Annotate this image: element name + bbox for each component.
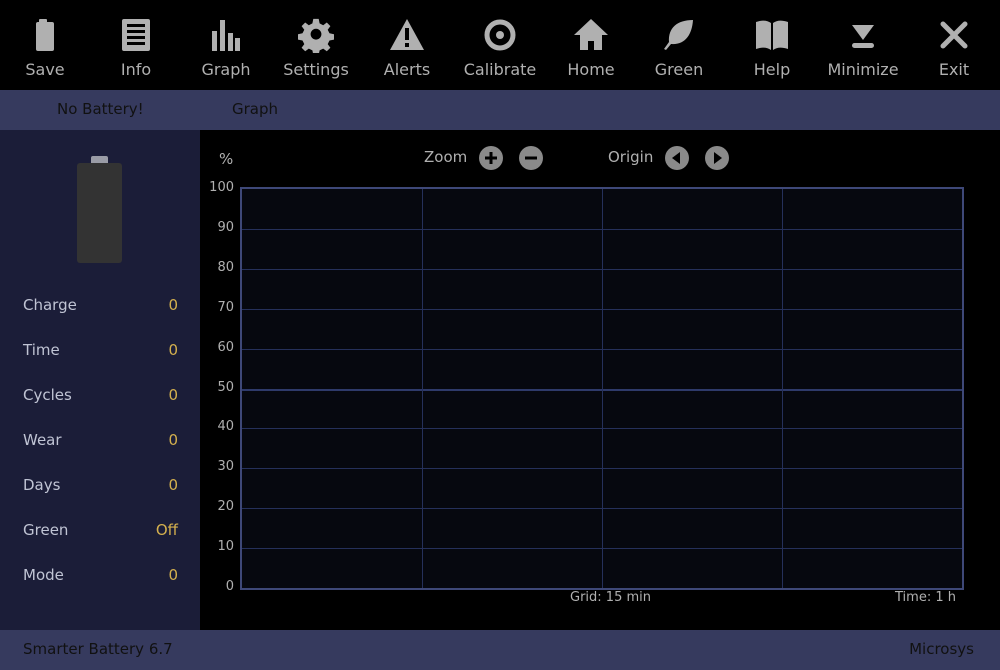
y-tick-label: 50: [217, 379, 234, 395]
minus-icon: [525, 156, 537, 160]
y-tick-label: 70: [217, 299, 234, 315]
plot-area: [240, 187, 964, 590]
stat-value: 0: [168, 341, 178, 359]
alerts-label: Alerts: [383, 60, 431, 79]
battery-icon: [25, 17, 65, 53]
plus-icon: [485, 152, 497, 164]
stat-label: Mode: [23, 566, 64, 584]
vendor-name: Microsys: [909, 640, 974, 658]
origin-back-button[interactable]: [665, 146, 689, 170]
graph-label: Graph: [201, 60, 251, 79]
app-version: Smarter Battery 6.7: [23, 640, 173, 658]
home-icon: [571, 17, 611, 53]
stat-label: Charge: [23, 296, 77, 314]
triangle-right-icon: [714, 152, 722, 164]
stat-label: Cycles: [23, 386, 72, 404]
green-button[interactable]: Green: [634, 0, 724, 90]
stat-label: Time: [23, 341, 60, 359]
origin-label: Origin: [608, 148, 654, 166]
help-button[interactable]: Help: [727, 0, 817, 90]
gear-icon: [296, 17, 336, 53]
battery-terminal: [91, 156, 108, 163]
stat-mode: Mode 0: [23, 566, 178, 584]
time-span-label: Time: 1 h: [895, 590, 956, 605]
close-icon: [934, 17, 974, 53]
stat-value: 0: [168, 431, 178, 449]
home-button[interactable]: Home: [546, 0, 636, 90]
exit-button[interactable]: Exit: [909, 0, 999, 90]
y-tick-label: 90: [217, 219, 234, 235]
stat-days: Days 0: [23, 476, 178, 494]
document-icon: [116, 17, 156, 53]
minimize-icon: [843, 17, 883, 53]
minimize-label: Minimize: [827, 60, 899, 79]
v-grid-line: [602, 189, 603, 588]
y-tick-label: 20: [217, 499, 234, 515]
stat-time: Time 0: [23, 341, 178, 359]
leaf-icon: [659, 17, 699, 53]
settings-label: Settings: [283, 60, 349, 79]
green-label: Green: [654, 60, 704, 79]
book-icon: [752, 17, 792, 53]
stat-wear: Wear 0: [23, 431, 178, 449]
stat-charge: Charge 0: [23, 296, 178, 314]
save-button[interactable]: Save: [0, 0, 90, 90]
help-label: Help: [753, 60, 791, 79]
y-tick-label: 100: [209, 180, 234, 195]
info-button[interactable]: Info: [91, 0, 181, 90]
y-tick-label: 40: [217, 419, 234, 435]
tab-bar: No Battery! Graph: [0, 90, 1000, 130]
target-icon: [480, 17, 520, 53]
stat-green: Green Off: [23, 521, 178, 539]
home-label: Home: [567, 60, 615, 79]
stat-value: 0: [168, 386, 178, 404]
stat-value: Off: [155, 521, 178, 539]
info-label: Info: [120, 60, 152, 79]
stat-cycles: Cycles 0: [23, 386, 178, 404]
warning-icon: [387, 17, 427, 53]
zoom-in-button[interactable]: [479, 146, 503, 170]
y-axis-unit: %: [219, 150, 234, 168]
sidebar: Charge 0 Time 0 Cycles 0 Wear 0 Days 0 G…: [0, 130, 200, 630]
stat-label: Wear: [23, 431, 62, 449]
alerts-button[interactable]: Alerts: [362, 0, 452, 90]
y-tick-label: 0: [225, 579, 234, 594]
triangle-left-icon: [672, 152, 680, 164]
graph-button[interactable]: Graph: [181, 0, 271, 90]
battery-status-tab[interactable]: No Battery!: [57, 100, 144, 118]
origin-forward-button[interactable]: [705, 146, 729, 170]
save-label: Save: [25, 60, 65, 79]
toolbar: Save Info Graph Settings Alerts Calibrat…: [0, 0, 1000, 90]
stat-value: 0: [168, 566, 178, 584]
stat-value: 0: [168, 296, 178, 314]
v-grid-line: [782, 189, 783, 588]
zoom-label: Zoom: [424, 148, 468, 166]
minimize-button[interactable]: Minimize: [818, 0, 908, 90]
battery-body: [77, 163, 122, 263]
y-tick-label: 60: [217, 339, 234, 355]
zoom-out-button[interactable]: [519, 146, 543, 170]
calibrate-label: Calibrate: [463, 60, 537, 79]
y-tick-label: 30: [217, 459, 234, 475]
v-grid-line: [422, 189, 423, 588]
calibrate-button[interactable]: Calibrate: [455, 0, 545, 90]
graph-panel: % Zoom Origin 100 90 80 70 60 50 40 30 20 10 0 Gri…: [200, 130, 1000, 630]
stat-label: Days: [23, 476, 61, 494]
status-bar: Smarter Battery 6.7 Microsys: [0, 630, 1000, 670]
y-tick-label: 10: [217, 539, 234, 555]
y-tick-label: 80: [217, 259, 234, 275]
graph-tab[interactable]: Graph: [232, 100, 278, 118]
grid-interval-label: Grid: 15 min: [570, 590, 651, 605]
stat-label: Green: [23, 521, 69, 539]
bar-chart-icon: [206, 17, 246, 53]
settings-button[interactable]: Settings: [271, 0, 361, 90]
exit-label: Exit: [938, 60, 970, 79]
stat-value: 0: [168, 476, 178, 494]
